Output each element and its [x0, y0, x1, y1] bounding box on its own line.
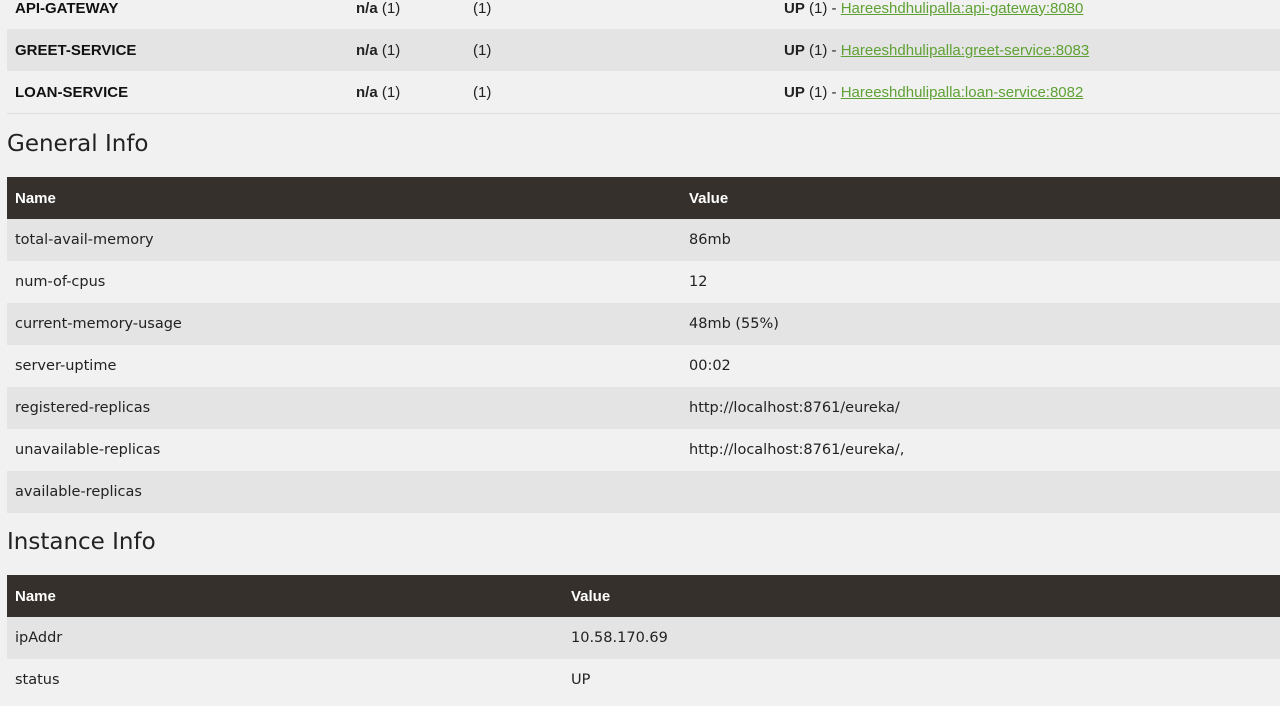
info-value: http://localhost:8761/eureka/, — [681, 429, 1280, 471]
info-name: server-uptime — [7, 345, 681, 387]
info-name: num-of-cpus — [7, 261, 681, 303]
application-name: API-GATEWAY — [7, 0, 348, 29]
info-value: http://localhost:8761/eureka/ — [681, 387, 1280, 429]
info-value: UP — [563, 659, 1280, 701]
instance-link[interactable]: Hareeshdhulipalla:api-gateway:8080 — [841, 0, 1084, 17]
zones-cell: (1) — [465, 0, 776, 29]
table-row: ipAddr 10.58.170.69 — [7, 617, 1280, 659]
status-cell: UP (1) - Hareeshdhulipalla:loan-service:… — [776, 71, 1280, 114]
name-column-header: Name — [7, 575, 563, 617]
status-cell: UP (1) - Hareeshdhulipalla:greet-service… — [776, 29, 1280, 71]
application-name: GREET-SERVICE — [7, 29, 348, 71]
info-value: 00:02 — [681, 345, 1280, 387]
table-row: unavailable-replicas http://localhost:87… — [7, 429, 1280, 471]
info-value: 12 — [681, 261, 1280, 303]
zones-cell: (1) — [465, 29, 776, 71]
status-label: UP — [784, 83, 805, 101]
table-row: current-memory-usage 48mb (55%) — [7, 303, 1280, 345]
instance-link[interactable]: Hareeshdhulipalla:loan-service:8082 — [841, 84, 1084, 101]
ami-cell: n/a (1) — [348, 71, 465, 114]
status-count: (1) - — [809, 41, 837, 59]
ami-value: n/a — [356, 83, 378, 101]
table-row: API-GATEWAY n/a (1) (1) UP (1) - Hareesh… — [7, 0, 1280, 29]
table-row: GREET-SERVICE n/a (1) (1) UP (1) - Haree… — [7, 29, 1280, 71]
table-header-row: Name Value — [7, 575, 1280, 617]
table-row: status UP — [7, 659, 1280, 701]
value-column-header: Value — [681, 177, 1280, 219]
ami-cell: n/a (1) — [348, 29, 465, 71]
zones-cell: (1) — [465, 71, 776, 114]
eureka-dashboard: API-GATEWAY n/a (1) (1) UP (1) - Hareesh… — [0, 0, 1280, 706]
info-value: 10.58.170.69 — [563, 617, 1280, 659]
status-count: (1) - — [809, 0, 837, 17]
status-label: UP — [784, 41, 805, 59]
table-row: total-avail-memory 86mb — [7, 219, 1280, 261]
table-row: num-of-cpus 12 — [7, 261, 1280, 303]
ami-cell: n/a (1) — [348, 0, 465, 29]
instance-link[interactable]: Hareeshdhulipalla:greet-service:8083 — [841, 42, 1089, 59]
table-row: available-replicas — [7, 471, 1280, 513]
info-name: current-memory-usage — [7, 303, 681, 345]
status-count: (1) - — [809, 83, 837, 101]
ami-count: (1) — [381, 83, 401, 101]
instance-info-heading: Instance Info — [7, 529, 156, 555]
info-name: registered-replicas — [7, 387, 681, 429]
info-value: 86mb — [681, 219, 1280, 261]
info-name: available-replicas — [7, 471, 681, 513]
status-cell: UP (1) - Hareeshdhulipalla:api-gateway:8… — [776, 0, 1280, 29]
table-row: server-uptime 00:02 — [7, 345, 1280, 387]
value-column-header: Value — [563, 575, 1280, 617]
status-label: UP — [784, 0, 805, 17]
info-name: unavailable-replicas — [7, 429, 681, 471]
info-name: total-avail-memory — [7, 219, 681, 261]
info-value: 48mb (55%) — [681, 303, 1280, 345]
info-name: status — [7, 659, 563, 701]
info-value — [681, 471, 1280, 513]
general-info-table: Name Value total-avail-memory 86mb num-o… — [7, 177, 1280, 513]
general-info-heading: General Info — [7, 131, 149, 157]
ami-count: (1) — [381, 41, 401, 59]
table-row: registered-replicas http://localhost:876… — [7, 387, 1280, 429]
info-name: ipAddr — [7, 617, 563, 659]
application-name: LOAN-SERVICE — [7, 71, 348, 114]
instance-info-table: Name Value ipAddr 10.58.170.69 status UP — [7, 575, 1280, 701]
table-row: LOAN-SERVICE n/a (1) (1) UP (1) - Harees… — [7, 71, 1280, 114]
ami-value: n/a — [356, 0, 378, 17]
ami-value: n/a — [356, 41, 378, 59]
name-column-header: Name — [7, 177, 681, 219]
ami-count: (1) — [381, 0, 401, 17]
table-header-row: Name Value — [7, 177, 1280, 219]
registered-instances-table: API-GATEWAY n/a (1) (1) UP (1) - Hareesh… — [7, 0, 1280, 114]
